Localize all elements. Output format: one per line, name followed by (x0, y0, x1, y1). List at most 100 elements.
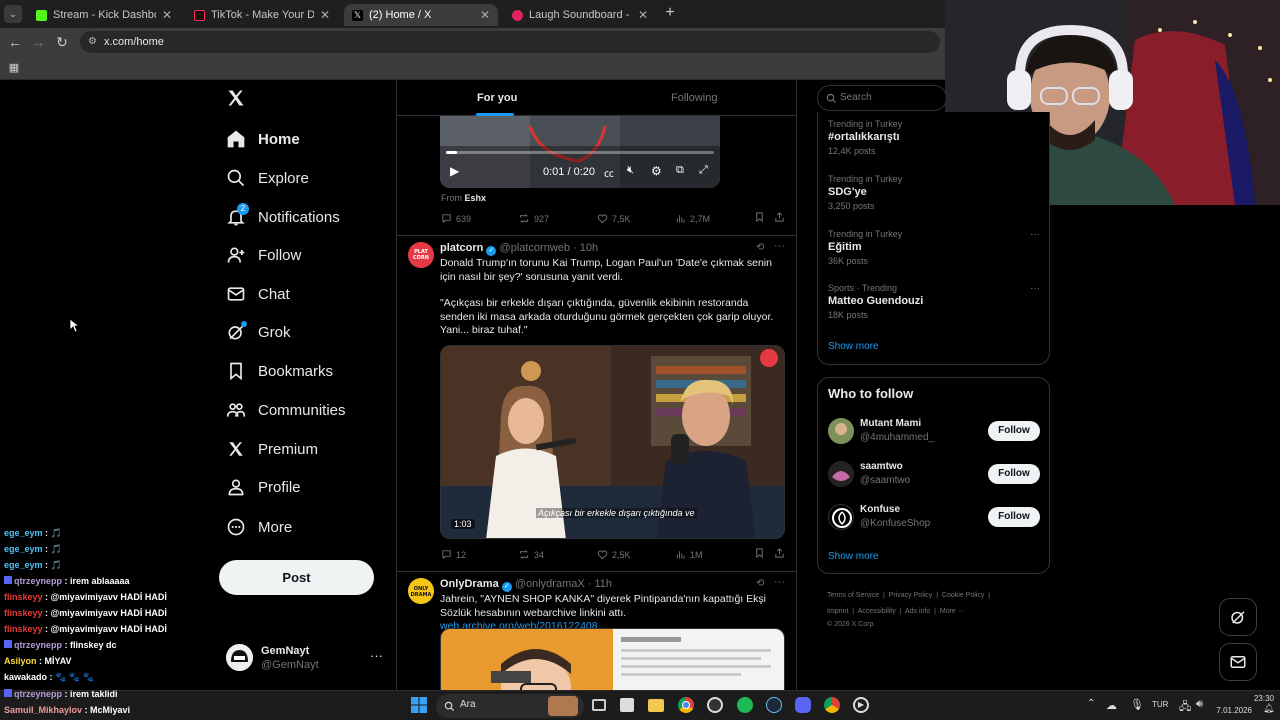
author-name[interactable]: OnlyDrama (440, 578, 499, 590)
repost-button[interactable]: 34 (518, 549, 544, 560)
show-more-link[interactable]: Show more (828, 551, 879, 562)
more-dots-icon[interactable]: ··· (774, 240, 785, 252)
tray-chevron-icon[interactable]: ⌃ (1087, 698, 1095, 709)
views-stat[interactable]: 2,7M (675, 213, 710, 224)
follow-suggestion[interactable]: Konfuse @KonfuseShop Follow (828, 504, 1040, 540)
tweet-video[interactable]: Açıkçası bir erkekle dışarı çıktığında v… (440, 345, 785, 539)
tweet[interactable]: ONLY DRAMA OnlyDrama ✓ @onlydramaX · 11h … (397, 572, 796, 690)
task-view-icon[interactable] (592, 699, 606, 711)
avatar[interactable]: ONLY DRAMA (408, 578, 434, 604)
trend-item[interactable]: Trending in Turkey Eğitim 36K posts ··· (828, 229, 1040, 266)
language-indicator[interactable]: TUR (1152, 700, 1168, 709)
back-icon[interactable]: ← (6, 33, 24, 51)
grok-float-button[interactable] (1219, 598, 1257, 636)
reply-button[interactable]: 639 (441, 213, 471, 224)
microphone-icon[interactable]: 🎙︎ (1130, 698, 1144, 711)
trend-item[interactable]: Trending in Turkey #ortalıkkarıştı 12,4K… (828, 119, 1040, 156)
footer-link[interactable]: More ··· (940, 608, 965, 615)
footer-link[interactable]: Ads info (905, 608, 930, 615)
new-tab-icon[interactable]: + (661, 4, 679, 22)
nav-explore[interactable]: Explore (226, 164, 309, 192)
footer-link[interactable]: Terms of Service (827, 592, 879, 599)
footer-link[interactable]: Imprint (827, 608, 848, 615)
notification-bell-icon[interactable]: 🔔︎ (1263, 703, 1274, 714)
more-dots-icon[interactable]: ··· (1030, 229, 1040, 240)
chrome-icon[interactable] (678, 697, 694, 713)
close-tab-icon[interactable]: ✕ (320, 8, 330, 22)
views-stat[interactable]: 1M (675, 549, 703, 560)
messages-float-button[interactable] (1219, 643, 1257, 681)
start-button[interactable] (411, 697, 427, 713)
clock-date[interactable]: 7.01.2026 (1204, 706, 1252, 715)
account-switcher[interactable]: GemNayt @GemNayt ··· (226, 644, 386, 674)
address-bar[interactable]: ⚙ x.com/home (80, 31, 940, 53)
tweet-time[interactable]: · 10h (573, 242, 598, 254)
like-button[interactable]: 2,5K (597, 549, 631, 560)
footer-link[interactable]: Cookie Policy (942, 592, 984, 599)
follow-suggestion[interactable]: Mutant Mami @4muhammed_ Follow (828, 418, 1040, 454)
tab-search-icon[interactable]: ⌄ (4, 5, 22, 23)
share-icon[interactable] (774, 211, 785, 226)
reload-icon[interactable]: ↻ (53, 33, 71, 51)
footer-link[interactable]: Accessibility (858, 608, 896, 615)
play-icon[interactable]: ▶ (450, 164, 459, 178)
nav-profile[interactable]: Profile (226, 473, 301, 501)
nav-bookmarks[interactable]: Bookmarks (226, 357, 333, 385)
follow-button[interactable]: Follow (988, 464, 1040, 484)
follow-suggestion[interactable]: saamtwo @saamtwo Follow (828, 461, 1040, 497)
like-button[interactable]: 7,5K (597, 213, 631, 224)
spotify-icon[interactable] (737, 697, 753, 713)
browser-tab-active[interactable]: 𝕏 (2) Home / X ✕ (344, 4, 498, 26)
file-explorer-icon[interactable] (648, 699, 664, 712)
tweet-image[interactable] (440, 628, 785, 690)
trend-item[interactable]: Sports · Trending Matteo Guendouzi 18K p… (828, 283, 1040, 320)
fullscreen-icon[interactable]: ⤢ (699, 164, 708, 177)
avatar[interactable]: PLAT CORN (408, 242, 434, 268)
store-icon[interactable] (620, 698, 634, 712)
author-handle[interactable]: @platcornweb (500, 242, 570, 254)
nav-grok[interactable]: Grok (226, 318, 291, 346)
volume-icon[interactable]: 🔊︎ (1196, 698, 1203, 711)
bookmark-icon[interactable] (754, 547, 765, 562)
forward-icon[interactable]: → (29, 33, 47, 51)
reply-button[interactable]: 12 (441, 549, 466, 560)
bookmark-icon[interactable] (754, 211, 765, 226)
mute-icon[interactable]: 🔇︎ (627, 164, 634, 177)
show-more-link[interactable]: Show more (828, 341, 879, 352)
share-icon[interactable] (774, 547, 785, 562)
close-tab-icon[interactable]: ✕ (162, 8, 172, 22)
pip-icon[interactable]: ⧉ (676, 164, 684, 177)
clock-time[interactable]: 23:30 (1224, 694, 1274, 703)
browser-tab[interactable]: Stream - Kick Dashboard ✕ (28, 4, 180, 26)
nav-notifications[interactable]: 2 Notifications (226, 203, 340, 231)
onedrive-icon[interactable]: ☁ (1106, 699, 1117, 712)
close-tab-icon[interactable]: ✕ (638, 8, 648, 22)
discord-icon[interactable] (795, 697, 811, 713)
media-player-icon[interactable]: ▶ (853, 697, 869, 713)
video-player[interactable]: ▶ 0:01 / 0:20 ㏄ 🔇︎ ⚙ ⧉ ⤢ (440, 116, 720, 188)
more-dots-icon[interactable]: ··· (370, 648, 383, 663)
post-button[interactable]: Post (219, 560, 374, 595)
author-handle[interactable]: @onlydramaX (515, 578, 585, 590)
site-info-icon[interactable]: ⚙ (88, 31, 97, 53)
more-dots-icon[interactable]: ··· (1030, 283, 1040, 294)
network-icon[interactable]: 🖧 (1179, 698, 1191, 717)
more-dots-icon[interactable]: ··· (774, 576, 785, 588)
video-progress-bar[interactable] (446, 151, 714, 154)
settings-icon[interactable]: ⚙ (651, 164, 662, 178)
grok-icon[interactable]: ⟲ (756, 242, 764, 253)
footer-link[interactable]: Privacy Policy (889, 592, 933, 599)
x-logo-icon[interactable] (226, 88, 246, 110)
nav-follow[interactable]: Follow (226, 241, 301, 269)
nav-communities[interactable]: Communities (226, 396, 346, 424)
nav-chat[interactable]: Chat (226, 280, 290, 308)
chrome-profile-icon[interactable] (824, 697, 840, 713)
grok-icon[interactable]: ⟲ (756, 578, 764, 589)
tweet-time[interactable]: · 11h (588, 578, 612, 590)
apps-grid-icon[interactable]: ▦ (5, 59, 23, 77)
author-name[interactable]: platcorn (440, 242, 483, 254)
steam-icon[interactable] (766, 697, 782, 713)
tab-following[interactable]: Following (671, 80, 717, 116)
browser-tab[interactable]: TikTok - Make Your Day ✕ (186, 4, 338, 26)
nav-more[interactable]: More (226, 513, 292, 541)
